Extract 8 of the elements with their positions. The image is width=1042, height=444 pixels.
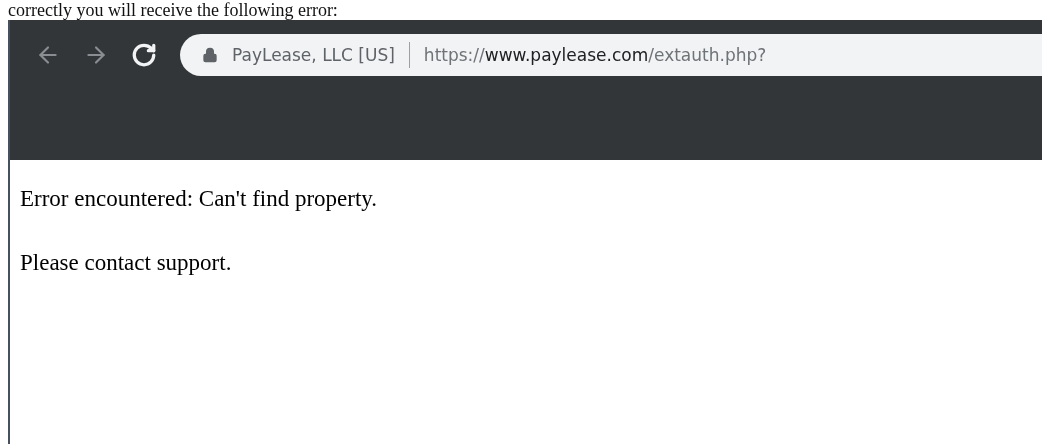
message-text: Error encountered: Can't find property. (20, 186, 379, 212)
reload-icon (131, 42, 157, 68)
site-identity: PayLease, LLC [US] (232, 45, 395, 65)
address-bar[interactable]: PayLease, LLC [US] https://www.paylease.com/extauth.php? (180, 34, 1042, 76)
message-text: Please contact support. (20, 250, 233, 276)
url-text: https://www.paylease.com/extauth.php? (423, 45, 767, 65)
caption-text: correctly you will receive the following error: (7, 0, 339, 20)
lock-icon (202, 47, 218, 63)
